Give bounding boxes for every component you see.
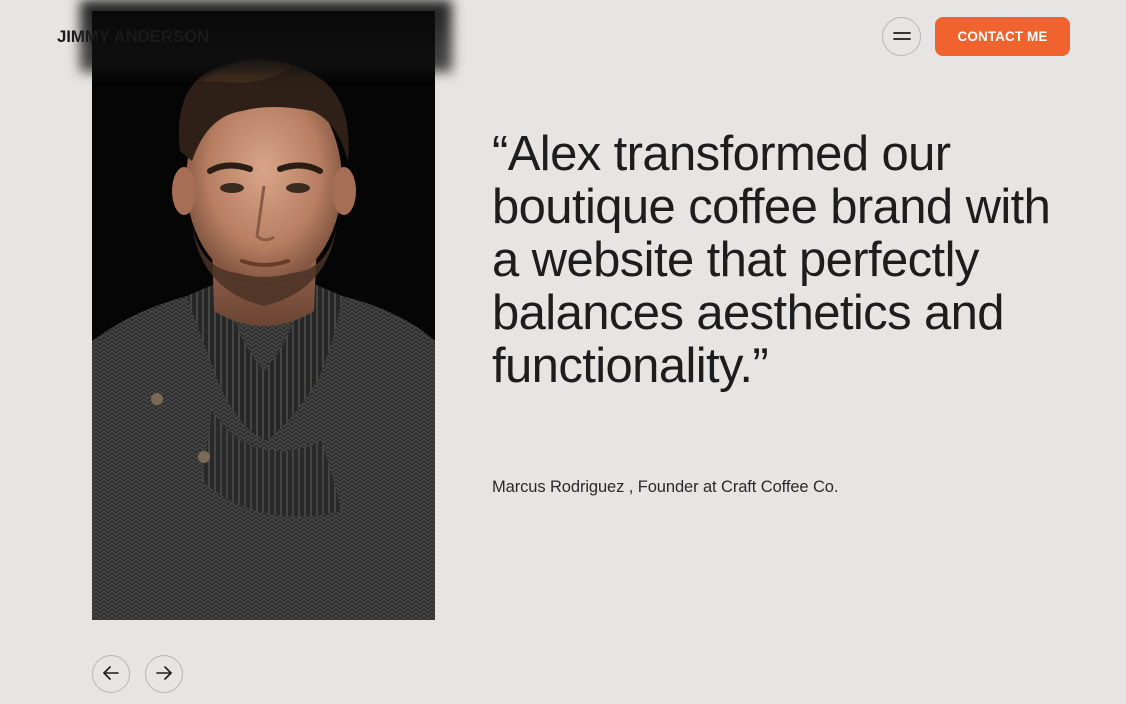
previous-testimonial-button[interactable] [92, 655, 130, 693]
testimonial-attribution: Marcus Rodriguez , Founder at Craft Coff… [492, 478, 839, 496]
contact-button[interactable]: CONTACT ME [935, 17, 1070, 56]
arrow-left-icon [102, 665, 120, 683]
menu-button[interactable] [882, 17, 921, 56]
testimonial-page: JIMMY ANDERSON CONTACT ME “Alex transfor… [0, 0, 1126, 704]
site-logo[interactable]: JIMMY ANDERSON [57, 27, 209, 47]
next-testimonial-button[interactable] [145, 655, 183, 693]
arrow-right-icon [155, 665, 173, 683]
testimonial-quote: “Alex transformed our boutique coffee br… [492, 127, 1051, 393]
portrait-photo [92, 11, 435, 620]
menu-equals-icon [892, 29, 911, 44]
